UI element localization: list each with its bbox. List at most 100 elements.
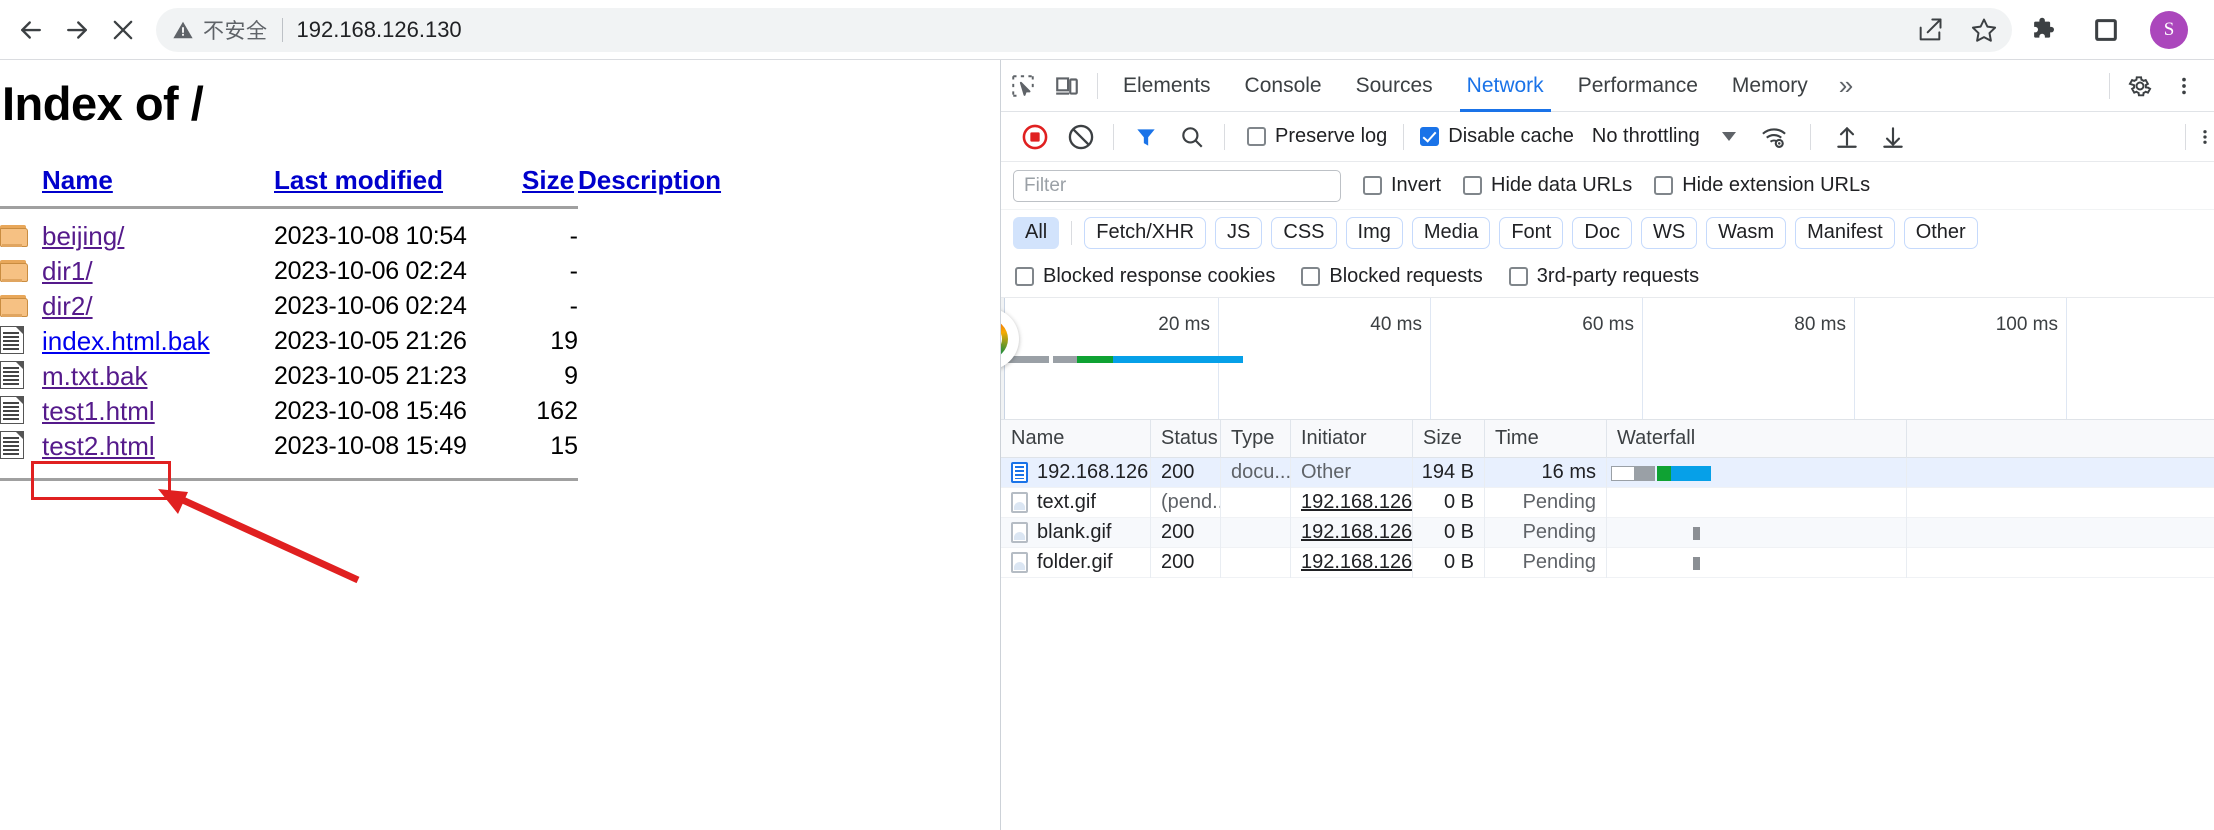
folder-icon: [0, 289, 42, 324]
vertical-dots-icon[interactable]: [2162, 66, 2206, 106]
tab-performance[interactable]: Performance: [1561, 60, 1715, 112]
type-filter-font[interactable]: Font: [1499, 217, 1563, 249]
column-header-initiator[interactable]: Initiator: [1291, 420, 1413, 458]
file-link[interactable]: index.html.bak: [42, 326, 210, 356]
wifi-gear-icon[interactable]: [1752, 117, 1796, 157]
star-icon[interactable]: [1966, 12, 2002, 48]
share-icon[interactable]: [1912, 12, 1948, 48]
listing-size-cell: -: [522, 219, 578, 254]
request-name-text: text.gif: [1037, 491, 1096, 514]
image-request-icon: [1011, 522, 1028, 543]
file-link[interactable]: dir2/: [42, 291, 93, 321]
type-filter-doc[interactable]: Doc: [1572, 217, 1632, 249]
checkbox-box[interactable]: [1301, 267, 1320, 286]
stop-loading-icon[interactable]: [100, 7, 146, 53]
invert-box[interactable]: [1363, 176, 1382, 195]
sort-by-size-link[interactable]: Size: [522, 165, 574, 195]
type-filter-other[interactable]: Other: [1904, 217, 1978, 249]
type-filter-img[interactable]: Img: [1346, 217, 1403, 249]
sort-by-description-link[interactable]: Description: [578, 165, 721, 195]
cell-status: (pend...: [1151, 488, 1221, 518]
file-link[interactable]: m.txt.bak: [42, 361, 147, 391]
type-filter-all[interactable]: All: [1013, 217, 1059, 249]
more-tabs-icon[interactable]: »: [1825, 70, 1867, 101]
listing-row: beijing/2023-10-08 10:54-: [0, 219, 758, 254]
type-filter-wasm[interactable]: Wasm: [1706, 217, 1786, 249]
column-header-name[interactable]: Name: [1001, 420, 1151, 458]
inspect-element-icon[interactable]: [1001, 66, 1045, 106]
type-filter-js[interactable]: JS: [1215, 217, 1262, 249]
table-row[interactable]: text.gif(pend...192.168.126...0 BPending: [1001, 488, 2214, 518]
column-header-time[interactable]: Time: [1485, 420, 1607, 458]
tab-console[interactable]: Console: [1228, 60, 1339, 112]
disable-cache-box[interactable]: [1420, 127, 1439, 146]
preserve-log-checkbox[interactable]: Preserve log: [1247, 125, 1387, 148]
hide-data-urls-box[interactable]: [1463, 176, 1482, 195]
netbar-overflow-gear-icon[interactable]: [2196, 117, 2214, 157]
avatar[interactable]: S: [2150, 11, 2188, 49]
filter-input[interactable]: [1013, 170, 1341, 202]
cell-time: Pending: [1485, 488, 1607, 518]
address-bar[interactable]: 不安全 192.168.126.130: [156, 8, 2012, 52]
listing-size-cell: 19: [522, 324, 578, 359]
hide-extension-urls-box[interactable]: [1654, 176, 1673, 195]
hide-extension-urls-checkbox[interactable]: Hide extension URLs: [1654, 174, 1870, 197]
tab-network[interactable]: Network: [1450, 60, 1561, 112]
network-overview-timeline[interactable]: 20 ms40 ms60 ms80 ms100 ms ❮: [1001, 298, 2214, 420]
upload-arrow-icon[interactable]: [1825, 117, 1869, 157]
tab-sources[interactable]: Sources: [1339, 60, 1450, 112]
file-link[interactable]: beijing/: [42, 221, 124, 251]
sort-by-name-link[interactable]: Name: [42, 165, 113, 195]
table-row[interactable]: 192.168.126....200docu...Other194 B16 ms: [1001, 458, 2214, 488]
back-icon[interactable]: [8, 7, 54, 53]
column-header-status[interactable]: Status: [1151, 420, 1221, 458]
file-link[interactable]: test2.html: [42, 431, 155, 461]
download-arrow-icon[interactable]: [1871, 117, 1915, 157]
overview-tick-label: 20 ms: [1158, 314, 1210, 336]
file-link[interactable]: dir1/: [42, 256, 93, 286]
blocked-filter-blocked-response-cookies[interactable]: Blocked response cookies: [1015, 265, 1275, 288]
record-stop-icon[interactable]: [1013, 117, 1057, 157]
waterfall-marker: [1693, 557, 1700, 570]
hide-data-urls-checkbox[interactable]: Hide data URLs: [1463, 174, 1632, 197]
column-header-size[interactable]: Size: [1413, 420, 1485, 458]
invert-checkbox[interactable]: Invert: [1363, 174, 1441, 197]
clear-circle-slash-icon[interactable]: [1059, 117, 1103, 157]
checkbox-box[interactable]: [1509, 267, 1528, 286]
column-header-waterfall[interactable]: Waterfall: [1607, 420, 1907, 458]
side-panel-icon[interactable]: [2088, 12, 2124, 48]
table-row[interactable]: blank.gif200192.168.126...0 BPending: [1001, 518, 2214, 548]
initiator-value[interactable]: 192.168.126...: [1301, 551, 1413, 574]
blocked-filter-blocked-requests[interactable]: Blocked requests: [1301, 265, 1482, 288]
type-filter-ws[interactable]: WS: [1641, 217, 1697, 249]
cell-time: 16 ms: [1485, 458, 1607, 488]
throttling-dropdown[interactable]: No throttling: [1592, 125, 1736, 148]
search-icon[interactable]: [1170, 117, 1214, 157]
column-header-type[interactable]: Type: [1221, 420, 1291, 458]
preserve-log-box[interactable]: [1247, 127, 1266, 146]
tab-memory[interactable]: Memory: [1715, 60, 1825, 112]
blocked-filter-3rd-party-requests[interactable]: 3rd-party requests: [1509, 265, 1699, 288]
annotation-arrow: [140, 480, 380, 590]
table-row[interactable]: folder.gif200192.168.126...0 BPending: [1001, 548, 2214, 578]
puzzle-piece-icon[interactable]: [2026, 12, 2062, 48]
security-status-chip[interactable]: 不安全: [172, 15, 268, 45]
type-filter-css[interactable]: CSS: [1271, 217, 1336, 249]
disable-cache-checkbox[interactable]: Disable cache: [1420, 125, 1574, 148]
type-filter-fetch-xhr[interactable]: Fetch/XHR: [1084, 217, 1206, 249]
forward-icon[interactable]: [54, 7, 100, 53]
omnibox-divider: [282, 18, 283, 42]
funnel-icon[interactable]: [1124, 117, 1168, 157]
type-filter-media[interactable]: Media: [1412, 217, 1490, 249]
type-filter-manifest[interactable]: Manifest: [1795, 217, 1895, 249]
initiator-value[interactable]: 192.168.126...: [1301, 521, 1413, 544]
header-rule: [0, 206, 578, 209]
sort-by-modified-link[interactable]: Last modified: [274, 165, 443, 195]
device-toolbar-icon[interactable]: [1045, 66, 1089, 106]
header-name: Name: [42, 165, 274, 198]
initiator-value[interactable]: 192.168.126...: [1301, 491, 1413, 514]
file-link[interactable]: test1.html: [42, 396, 155, 426]
gear-icon[interactable]: [2118, 66, 2162, 106]
tab-elements[interactable]: Elements: [1106, 60, 1228, 112]
checkbox-box[interactable]: [1015, 267, 1034, 286]
